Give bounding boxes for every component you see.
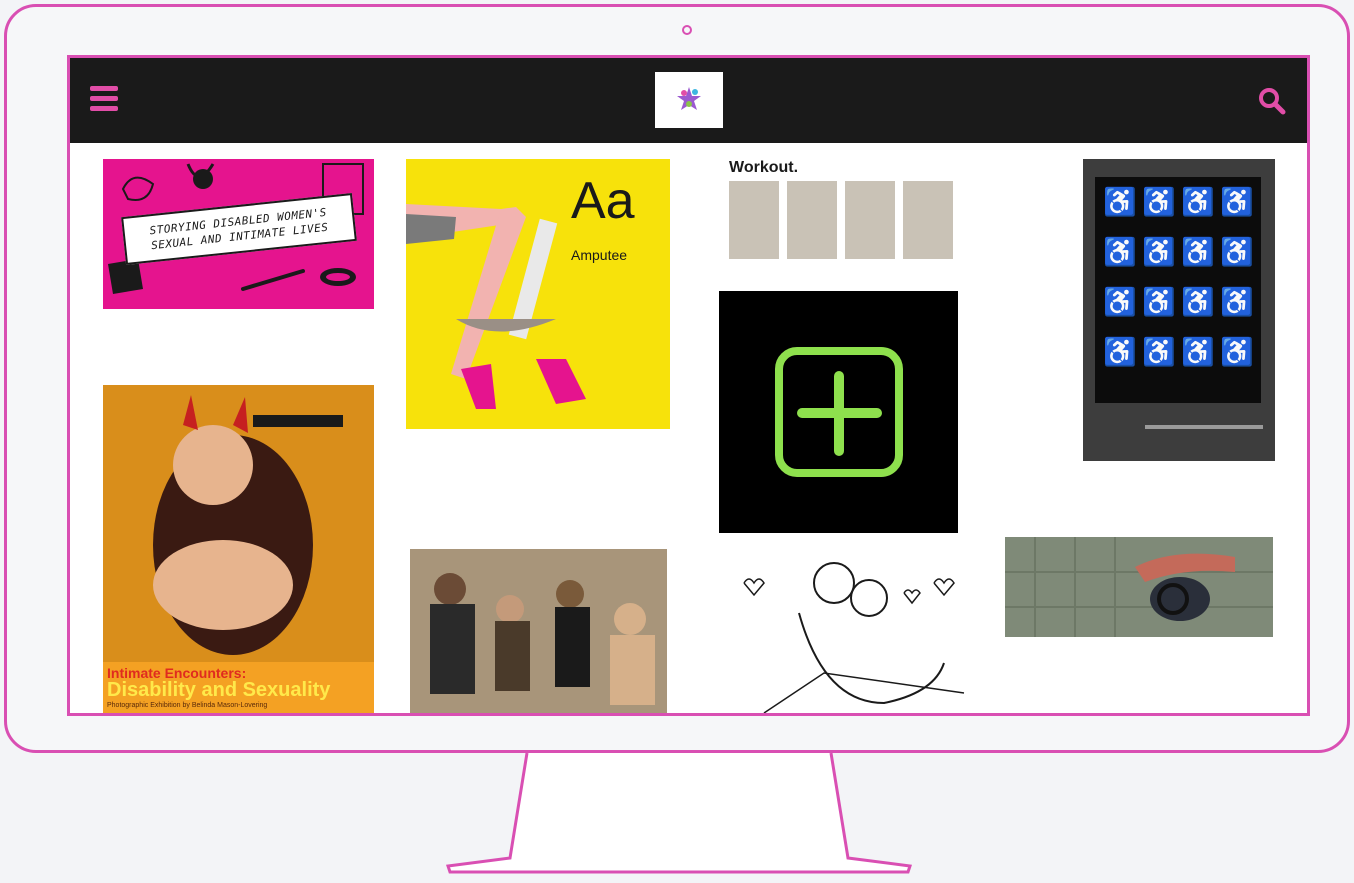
neon-plus-icon (775, 347, 903, 477)
poster-grid: ♿ ♿ ♿ ♿ ♿ ♿ ♿ ♿ ♿ ♿ ♿ ♿ ♿ ♿ ♿ ♿ (1095, 177, 1261, 403)
gallery-tile-hug-sketch[interactable] (704, 553, 976, 713)
gallery-tile-amputee[interactable]: Aa Amputee (406, 159, 670, 429)
tile-letter: Aa (571, 172, 635, 230)
wheelchair-icon: ♿ (1103, 187, 1137, 217)
gallery-tile-group-photo[interactable] (410, 549, 667, 713)
photo-frame (729, 181, 779, 259)
site-logo[interactable] (655, 72, 723, 128)
wheelchair-icon: ♿ (1142, 337, 1176, 367)
wheelchair-icon: ♿ (1220, 187, 1254, 217)
wheelchair-icon: ♿ (1142, 237, 1176, 267)
gallery-tile-storying[interactable]: STORYING DISABLED WOMEN'S SEXUAL AND INT… (103, 159, 374, 309)
photo-frame (787, 181, 837, 259)
site-header (70, 58, 1307, 143)
hug-sketch (743, 562, 965, 713)
monitor-frame: STORYING DISABLED WOMEN'S SEXUAL AND INT… (4, 4, 1350, 753)
webcam-dot (682, 25, 692, 35)
logo-star-icon (677, 87, 701, 110)
caption-line-2: Disability and Sexuality (107, 679, 331, 701)
poster-caption: Intimate Encounters: Disability and Sexu… (103, 662, 374, 713)
wheelchair-icon: ♿ (1103, 237, 1137, 267)
tile-title: Workout. (729, 159, 799, 176)
wheelchair-icon: ♿ (1181, 187, 1215, 217)
gallery-tile-workout[interactable]: Workout. (723, 159, 959, 269)
group-photo (410, 549, 667, 713)
gallery-tile-wheelchair-poster[interactable]: ♿ ♿ ♿ ♿ ♿ ♿ ♿ ♿ ♿ ♿ ♿ ♿ ♿ ♿ ♿ ♿ (1083, 159, 1275, 461)
gallery-tile-dance-photo[interactable] (1005, 537, 1273, 637)
tile-word: Amputee (571, 247, 628, 263)
poster-photo (103, 385, 374, 662)
caption-line-3: Photographic Exhibition by Belinda Mason… (107, 702, 268, 709)
wheelchair-icon: ♿ (1220, 287, 1254, 317)
wheelchair-icon: ♿ (1181, 287, 1215, 317)
wheelchair-icon: ♿ (1103, 337, 1137, 367)
poster-url (1145, 425, 1263, 429)
wheelchair-icon: ♿ (1220, 337, 1254, 367)
photo-frame (903, 181, 953, 259)
wheelchair-icon: ♿ (1181, 337, 1215, 367)
search-icon[interactable] (1257, 86, 1287, 116)
wheelchair-icon: ♿ (1181, 237, 1215, 267)
dance-photo (1005, 537, 1273, 637)
photo-frame (845, 181, 895, 259)
gallery-tile-intimate-encounters[interactable]: Intimate Encounters: Disability and Sexu… (103, 385, 374, 713)
website-screen: STORYING DISABLED WOMEN'S SEXUAL AND INT… (67, 55, 1310, 716)
wheelchair-icon: ♿ (1142, 287, 1176, 317)
wheelchair-icon: ♿ (1220, 237, 1254, 267)
hamburger-icon[interactable] (90, 86, 118, 112)
wheelchair-icon: ♿ (1142, 187, 1176, 217)
gallery-tile-neon-plus[interactable] (719, 291, 958, 533)
wheelchair-icon: ♿ (1103, 287, 1137, 317)
